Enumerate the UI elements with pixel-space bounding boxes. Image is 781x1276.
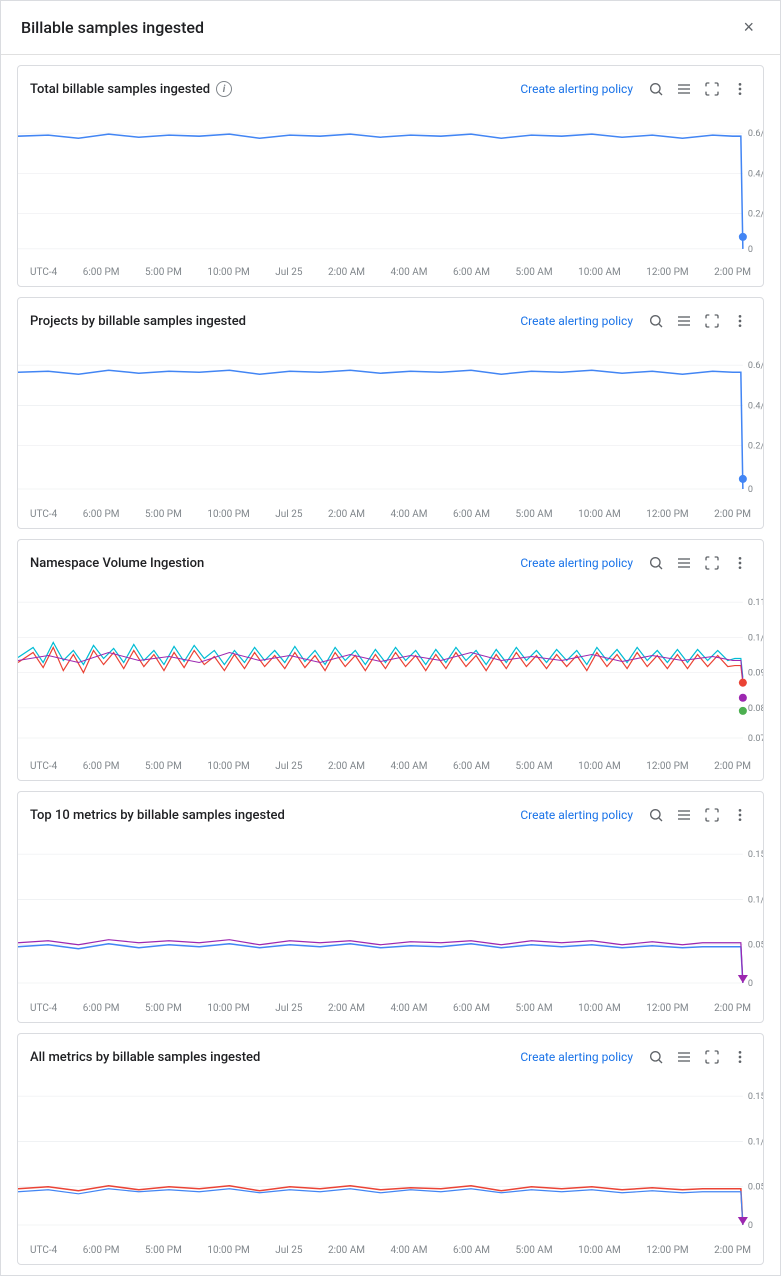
chart-card-3: Namespace Volume Ingestion Create alerti… [17,539,764,781]
chart-title-row-1: Total billable samples ingested i [30,81,232,97]
chart-footer-2: UTC-4 6:00 PM 5:00 PM 10:00 PM Jul 25 2:… [18,505,763,528]
chart-card-1: Total billable samples ingested i Create… [17,65,764,287]
chart-title-3: Namespace Volume Ingestion [30,556,204,571]
chart-actions-3: Create alerting policy [520,552,751,574]
chart-actions-5: Create alerting policy [520,1046,751,1068]
svg-text:0.1/s: 0.1/s [748,633,763,643]
more-icon-btn-1[interactable] [729,78,751,100]
close-button[interactable]: × [737,15,760,40]
svg-text:0.11/s: 0.11/s [748,598,763,608]
svg-text:0.09/s: 0.09/s [748,669,763,679]
chart-footer-1: UTC-4 6:00 PM 5:00 PM 10:00 PM Jul 25 2:… [18,263,763,286]
legend-icon-btn-4[interactable] [673,804,695,826]
chart-card-5: All metrics by billable samples ingested… [17,1033,764,1265]
dialog-header: Billable samples ingested × [1,1,780,55]
chart-header-2: Projects by billable samples ingested Cr… [18,310,763,340]
svg-text:0.4/s: 0.4/s [748,169,763,179]
svg-text:0.05/s: 0.05/s [748,941,763,951]
expand-icon-btn-5[interactable] [701,1046,723,1068]
svg-text:0.6/s: 0.6/s [748,129,763,139]
svg-text:0.05/s: 0.05/s [748,1183,763,1193]
chart-footer-4: UTC-4 6:00 PM 5:00 PM 10:00 PM Jul 25 2:… [18,999,763,1022]
chart-title-row-4: Top 10 metrics by billable samples inges… [30,808,285,823]
more-icon-btn-5[interactable] [729,1046,751,1068]
svg-text:0.15/s: 0.15/s [748,850,763,860]
chart-body-3: 0.11/s 0.1/s 0.09/s 0.08/s 0.07/s [18,582,763,757]
chart-svg-3: 0.11/s 0.1/s 0.09/s 0.08/s 0.07/s [18,582,763,753]
chart-header-4: Top 10 metrics by billable samples inges… [18,804,763,834]
expand-icon-btn-3[interactable] [701,552,723,574]
create-alert-link-2[interactable]: Create alerting policy [520,314,633,328]
chart-body-2: 0.6/s 0.4/s 0.2/s 0 [18,340,763,505]
chart-actions-1: Create alerting policy [520,78,751,100]
svg-text:0.15/s: 0.15/s [748,1092,763,1102]
expand-icon-btn-1[interactable] [701,78,723,100]
chart-title-1: Total billable samples ingested [30,82,210,97]
chart-card-4: Top 10 metrics by billable samples inges… [17,791,764,1023]
chart-title-4: Top 10 metrics by billable samples inges… [30,808,285,823]
expand-icon-btn-4[interactable] [701,804,723,826]
chart-svg-5: 0.15/s 0.1/s 0.05/s 0 [18,1076,763,1237]
info-icon-1[interactable]: i [216,81,232,97]
create-alert-link-3[interactable]: Create alerting policy [520,556,633,570]
create-alert-link-1[interactable]: Create alerting policy [520,82,633,96]
chart-actions-4: Create alerting policy [520,804,751,826]
create-alert-link-4[interactable]: Create alerting policy [520,808,633,822]
chart-svg-2: 0.6/s 0.4/s 0.2/s 0 [18,340,763,501]
chart-header-3: Namespace Volume Ingestion Create alerti… [18,552,763,582]
legend-icon-btn-1[interactable] [673,78,695,100]
chart-svg-1: 0.6/s 0.4/s 0.2/s 0 [18,108,763,259]
legend-icon-btn-3[interactable] [673,552,695,574]
chart-body-4: 0.15/s 0.1/s 0.05/s 0 [18,834,763,999]
chart-title-row-3: Namespace Volume Ingestion [30,556,204,571]
chart-title-2: Projects by billable samples ingested [30,314,246,329]
svg-text:0.6/s: 0.6/s [748,361,763,371]
chart-body-5: 0.15/s 0.1/s 0.05/s 0 [18,1076,763,1241]
dialog: Billable samples ingested × Total billab… [0,0,781,1276]
chart-footer-5: UTC-4 6:00 PM 5:00 PM 10:00 PM Jul 25 2:… [18,1241,763,1264]
svg-text:0: 0 [748,245,753,255]
legend-icon-btn-5[interactable] [673,1046,695,1068]
search-icon-btn-4[interactable] [645,804,667,826]
chart-header-1: Total billable samples ingested i Create… [18,78,763,108]
svg-text:0: 0 [748,485,753,495]
chart-body-1: 0.6/s 0.4/s 0.2/s 0 [18,108,763,263]
more-icon-btn-4[interactable] [729,804,751,826]
chart-title-row-2: Projects by billable samples ingested [30,314,246,329]
svg-text:0.2/s: 0.2/s [748,442,763,452]
search-icon-btn-5[interactable] [645,1046,667,1068]
chart-title-row-5: All metrics by billable samples ingested [30,1050,260,1065]
svg-text:0.4/s: 0.4/s [748,401,763,411]
svg-text:0.2/s: 0.2/s [748,210,763,220]
chart-svg-4: 0.15/s 0.1/s 0.05/s 0 [18,834,763,995]
chart-title-5: All metrics by billable samples ingested [30,1050,260,1065]
more-icon-btn-2[interactable] [729,310,751,332]
svg-text:0.07/s: 0.07/s [748,734,763,744]
chart-actions-2: Create alerting policy [520,310,751,332]
legend-icon-btn-2[interactable] [673,310,695,332]
create-alert-link-5[interactable]: Create alerting policy [520,1050,633,1064]
more-icon-btn-3[interactable] [729,552,751,574]
search-icon-btn-1[interactable] [645,78,667,100]
svg-text:0.1/s: 0.1/s [748,896,763,906]
expand-icon-btn-2[interactable] [701,310,723,332]
dialog-title: Billable samples ingested [21,18,204,37]
search-icon-btn-2[interactable] [645,310,667,332]
svg-text:0.08/s: 0.08/s [748,704,763,714]
charts-container: Total billable samples ingested i Create… [1,55,780,1275]
chart-footer-3: UTC-4 6:00 PM 5:00 PM 10:00 PM Jul 25 2:… [18,757,763,780]
search-icon-btn-3[interactable] [645,552,667,574]
svg-text:0: 0 [748,979,753,989]
chart-card-2: Projects by billable samples ingested Cr… [17,297,764,529]
chart-header-5: All metrics by billable samples ingested… [18,1046,763,1076]
svg-text:0: 0 [748,1221,753,1231]
svg-text:0.1/s: 0.1/s [748,1138,763,1148]
